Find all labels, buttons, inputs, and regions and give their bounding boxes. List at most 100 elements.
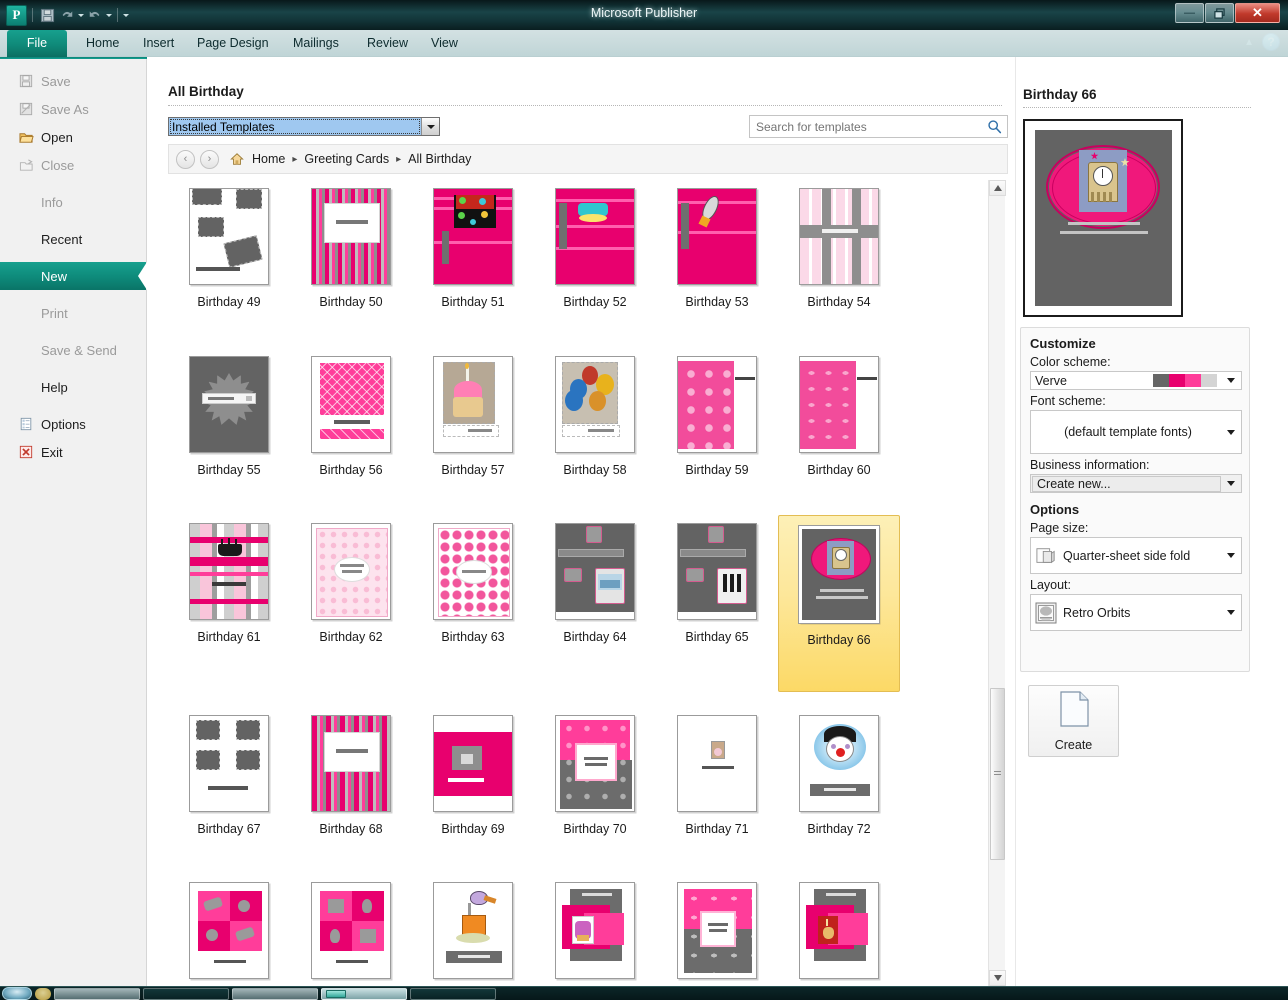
template-card[interactable]: Birthday 63: [412, 515, 534, 692]
tab-file[interactable]: File: [7, 30, 67, 57]
template-card[interactable]: Birthday 52: [534, 180, 656, 315]
template-card[interactable]: Birthday 64: [534, 515, 656, 692]
save-icon[interactable]: [38, 6, 56, 24]
minimize-button[interactable]: —: [1175, 3, 1204, 23]
template-card[interactable]: Birthday 75: [412, 874, 534, 986]
template-card[interactable]: Birthday 72: [778, 707, 900, 842]
taskbar-orb-icon[interactable]: [35, 988, 51, 1000]
undo-icon[interactable]: [58, 6, 76, 24]
template-card[interactable]: Birthday 74: [290, 874, 412, 986]
nav-item-info[interactable]: Info: [0, 188, 146, 216]
tab-page-design[interactable]: Page Design: [185, 30, 281, 57]
nav-item-new[interactable]: New: [0, 262, 146, 290]
nav-item-save-as[interactable]: Save As: [0, 95, 146, 123]
business-info-dropdown[interactable]: Create new...: [1030, 474, 1242, 493]
chevron-down-icon[interactable]: [1221, 553, 1241, 558]
template-source-dropdown[interactable]: Installed Templates: [168, 117, 440, 136]
template-card[interactable]: Birthday 65: [656, 515, 778, 692]
template-card[interactable]: Birthday 78: [778, 874, 900, 986]
chevron-down-icon[interactable]: [1221, 481, 1241, 486]
template-card[interactable]: Birthday 67: [168, 707, 290, 842]
scroll-up-icon[interactable]: [989, 180, 1006, 196]
template-card[interactable]: Birthday 68: [290, 707, 412, 842]
nav-item-recent[interactable]: Recent: [0, 225, 146, 253]
restore-button[interactable]: [1205, 3, 1234, 23]
template-card[interactable]: Birthday 70: [534, 707, 656, 842]
create-button[interactable]: Create: [1028, 685, 1119, 757]
template-card[interactable]: Birthday 76: [534, 874, 656, 986]
tab-home[interactable]: Home: [74, 30, 131, 57]
template-card[interactable]: Birthday 59: [656, 348, 778, 483]
taskbar-item[interactable]: [143, 988, 229, 1000]
customize-qat-icon[interactable]: [123, 14, 129, 17]
nav-item-exit[interactable]: Exit: [0, 438, 146, 466]
chevron-down-icon[interactable]: [1221, 430, 1241, 435]
breadcrumb-item-greeting-cards[interactable]: Greeting Cards: [304, 152, 389, 166]
layout-dropdown[interactable]: Retro Orbits: [1030, 594, 1242, 631]
tab-mailings[interactable]: Mailings: [281, 30, 351, 57]
template-card[interactable]: Birthday 58: [534, 348, 656, 483]
nav-item-close[interactable]: Close: [0, 151, 146, 179]
template-card[interactable]: Birthday 62: [290, 515, 412, 692]
template-card[interactable]: Birthday 69: [412, 707, 534, 842]
template-card[interactable]: Birthday 55: [168, 348, 290, 483]
business-info-label: Business information:: [1030, 458, 1240, 472]
template-thumbnail: [189, 715, 269, 812]
template-card[interactable]: Birthday 56: [290, 348, 412, 483]
tab-review[interactable]: Review: [355, 30, 420, 57]
scrollbar-thumb[interactable]: [990, 688, 1005, 860]
nav-item-save[interactable]: Save: [0, 67, 146, 95]
template-thumbnail: [433, 188, 513, 285]
nav-item-print[interactable]: Print: [0, 299, 146, 327]
chevron-down-icon[interactable]: [421, 118, 439, 135]
redo-icon[interactable]: [86, 6, 104, 24]
nav-item-save-and-send[interactable]: Save & Send: [0, 336, 146, 364]
spacer: [18, 342, 34, 358]
title-divider: [168, 105, 1002, 106]
template-card[interactable]: Birthday 51: [412, 180, 534, 315]
nav-item-options[interactable]: Options: [0, 410, 146, 438]
scroll-down-icon[interactable]: [989, 970, 1006, 986]
breadcrumb-item-home[interactable]: Home: [252, 152, 285, 166]
template-grid-scrollbar[interactable]: [988, 180, 1005, 986]
color-scheme-dropdown[interactable]: Verve: [1030, 371, 1242, 390]
search-input[interactable]: [750, 119, 981, 135]
template-thumbnail: [799, 526, 879, 623]
layout-value: Retro Orbits: [1061, 606, 1221, 620]
tab-insert[interactable]: Insert: [131, 30, 186, 57]
chevron-down-icon[interactable]: [1221, 378, 1241, 383]
template-card[interactable]: Birthday 54: [778, 180, 900, 315]
start-button[interactable]: [2, 987, 32, 1000]
tab-view[interactable]: View: [419, 30, 470, 57]
search-icon[interactable]: [981, 119, 1007, 134]
template-card[interactable]: Birthday 57: [412, 348, 534, 483]
chevron-down-icon[interactable]: [1221, 610, 1241, 615]
template-card[interactable]: Birthday 77: [656, 874, 778, 986]
nav-item-help[interactable]: Help: [0, 373, 146, 401]
template-card-selected[interactable]: Birthday 66: [778, 515, 900, 692]
taskbar-item[interactable]: [54, 988, 140, 1000]
taskbar-item[interactable]: [232, 988, 318, 1000]
template-card[interactable]: Birthday 60: [778, 348, 900, 483]
undo-dropdown-icon[interactable]: [78, 14, 84, 17]
redo-dropdown-icon[interactable]: [106, 14, 112, 17]
page-size-dropdown[interactable]: Quarter-sheet side fold: [1030, 537, 1242, 574]
search-box[interactable]: [749, 115, 1008, 138]
template-card[interactable]: Birthday 71: [656, 707, 778, 842]
publisher-icon[interactable]: P: [6, 5, 27, 26]
taskbar-item-publisher[interactable]: [321, 988, 407, 1000]
template-card[interactable]: Birthday 61: [168, 515, 290, 692]
close-button[interactable]: ✕: [1235, 3, 1280, 23]
template-card[interactable]: Birthday 49: [168, 180, 290, 315]
template-card[interactable]: Birthday 53: [656, 180, 778, 315]
home-icon[interactable]: [229, 151, 245, 167]
taskbar-item[interactable]: [410, 988, 496, 1000]
forward-button[interactable]: ›: [200, 150, 219, 169]
back-button[interactable]: ‹: [176, 150, 195, 169]
template-card[interactable]: Birthday 73: [168, 874, 290, 986]
breadcrumb-item-all-birthday[interactable]: All Birthday: [408, 152, 471, 166]
nav-item-open[interactable]: Open: [0, 123, 146, 151]
template-card[interactable]: Birthday 50: [290, 180, 412, 315]
font-scheme-dropdown[interactable]: (default template fonts): [1030, 410, 1242, 454]
panel-divider: [1015, 57, 1016, 986]
